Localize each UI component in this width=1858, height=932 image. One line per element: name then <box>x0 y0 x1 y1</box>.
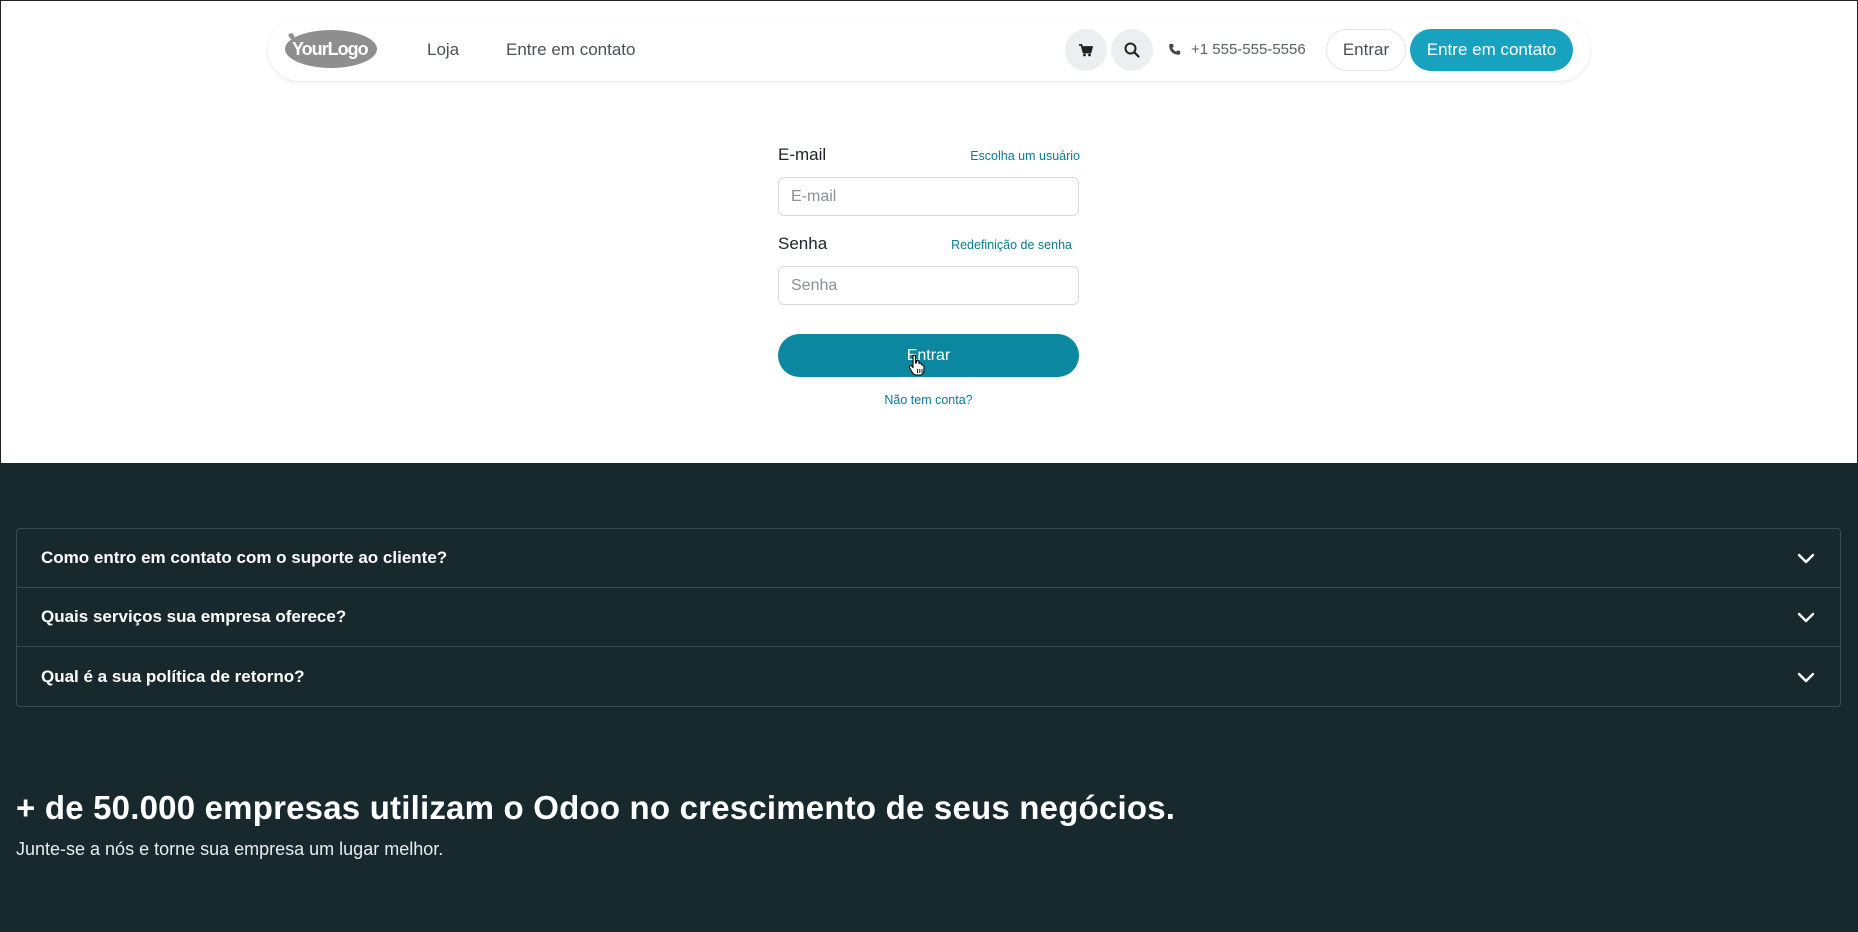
chevron-down-icon <box>1797 553 1815 564</box>
email-label-row: E-mail Escolha um usuário <box>778 145 1080 167</box>
password-label-row: Senha Redefinição de senha <box>778 234 1080 256</box>
faq-item[interactable]: Qual é a sua política de retorno? <box>17 647 1840 706</box>
cta-subtext: Junte-se a nós e torne sua empresa um lu… <box>16 839 444 859</box>
hand-pointer-icon <box>908 354 925 376</box>
login-submit-button[interactable]: Entrar <box>778 334 1079 377</box>
faq-question: Qual é a sua política de retorno? <box>41 666 305 686</box>
logo[interactable]: YourLogo <box>284 28 379 70</box>
cart-button[interactable] <box>1065 29 1107 71</box>
signup-link[interactable]: Não tem conta? <box>778 393 1079 407</box>
login-form: E-mail Escolha um usuário Senha Redefini… <box>778 145 1080 407</box>
phone-contact[interactable]: +1 555-555-5556 <box>1168 18 1306 81</box>
nav-link-contato[interactable]: Entre em contato <box>506 18 635 81</box>
signin-button[interactable]: Entrar <box>1326 29 1406 71</box>
search-icon <box>1124 42 1140 58</box>
chevron-down-icon <box>1797 612 1815 623</box>
cta-headline: + de 50.000 empresas utilizam o Odoo no … <box>16 789 1176 826</box>
reset-password-link[interactable]: Redefinição de senha <box>951 238 1072 252</box>
faq-accordion: Como entro em contato com o suporte ao c… <box>16 528 1841 707</box>
phone-number: +1 555-555-5556 <box>1191 41 1306 58</box>
password-label: Senha <box>778 234 828 253</box>
chevron-down-icon <box>1797 672 1815 682</box>
password-field[interactable] <box>778 266 1079 305</box>
top-navbar: YourLogo Loja Entre em contato +1 555-55… <box>268 18 1590 81</box>
faq-item[interactable]: Quais serviços sua empresa oferece? <box>17 588 1840 647</box>
nav-link-loja[interactable]: Loja <box>427 18 459 81</box>
contact-us-button[interactable]: Entre em contato <box>1410 29 1573 71</box>
phone-icon <box>1169 43 1181 55</box>
dark-section: Como entro em contato com o suporte ao c… <box>0 463 1858 932</box>
search-button[interactable] <box>1111 29 1153 71</box>
logo-text: YourLogo <box>292 39 369 59</box>
faq-item[interactable]: Como entro em contato com o suporte ao c… <box>17 529 1840 588</box>
cart-icon <box>1079 43 1093 56</box>
email-label: E-mail <box>778 145 827 164</box>
faq-question: Como entro em contato com o suporte ao c… <box>41 548 448 567</box>
faq-question: Quais serviços sua empresa oferece? <box>41 607 347 626</box>
choose-user-link[interactable]: Escolha um usuário <box>970 149 1080 163</box>
email-field[interactable] <box>778 177 1079 216</box>
